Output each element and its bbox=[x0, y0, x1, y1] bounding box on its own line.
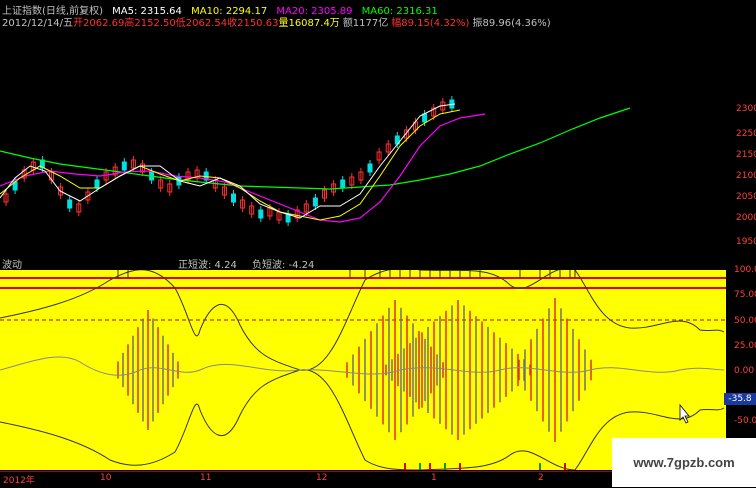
watermark: www.7gpzb.com bbox=[612, 438, 756, 487]
oscillator-neg-label: 负短波: -4.24 bbox=[252, 260, 315, 271]
x-label-1: 1 bbox=[431, 473, 437, 483]
oscillator-name: 波动 bbox=[2, 260, 22, 271]
x-label-12: 12 bbox=[316, 473, 328, 483]
candlestick-chart[interactable] bbox=[0, 26, 726, 252]
candle-group bbox=[3, 96, 455, 226]
current-value-badge: -35.8 bbox=[724, 393, 756, 405]
x-label-2: 2 bbox=[538, 473, 544, 483]
candle-body bbox=[94, 179, 100, 189]
x-label-11: 11 bbox=[200, 473, 212, 483]
price-tick-1950: 1950 bbox=[736, 237, 756, 247]
price-tick-2050: 2050 bbox=[736, 192, 756, 202]
price-tick-2300: 2300 bbox=[736, 104, 756, 114]
price-tick-2250: 2250 bbox=[736, 129, 756, 139]
price-tick-2000: 2000 bbox=[736, 213, 756, 223]
candle-body bbox=[231, 193, 236, 203]
osc-tick-25: 25.00 bbox=[734, 341, 756, 351]
candle-body bbox=[258, 209, 264, 219]
x-label-10: 10 bbox=[100, 473, 112, 483]
candle-body bbox=[312, 197, 318, 207]
candle-body bbox=[340, 179, 346, 189]
x-label-2012: 2012年 bbox=[3, 476, 35, 486]
candle-body bbox=[121, 161, 127, 171]
price-tick-2150: 2150 bbox=[736, 150, 756, 160]
oscillator-pos-label: 正短波: 4.24 bbox=[178, 260, 237, 271]
osc-tick-75: 75.00 bbox=[734, 290, 756, 300]
candle-body bbox=[367, 163, 373, 173]
osc-tick-100: 100.00 bbox=[734, 265, 756, 275]
osc-tick-minus50: -50.00 bbox=[734, 416, 756, 426]
osc-tick-50: 50.00 bbox=[734, 316, 756, 326]
oscillator-title-bar: 波动 正短波: 4.24 负短波: -4.24 bbox=[0, 255, 726, 271]
price-tick-2100: 2100 bbox=[736, 171, 756, 181]
ma60-line bbox=[0, 107, 631, 190]
candle-body bbox=[67, 199, 73, 209]
candle-body bbox=[422, 113, 428, 123]
osc-tick-0: 0.00 bbox=[734, 366, 755, 376]
